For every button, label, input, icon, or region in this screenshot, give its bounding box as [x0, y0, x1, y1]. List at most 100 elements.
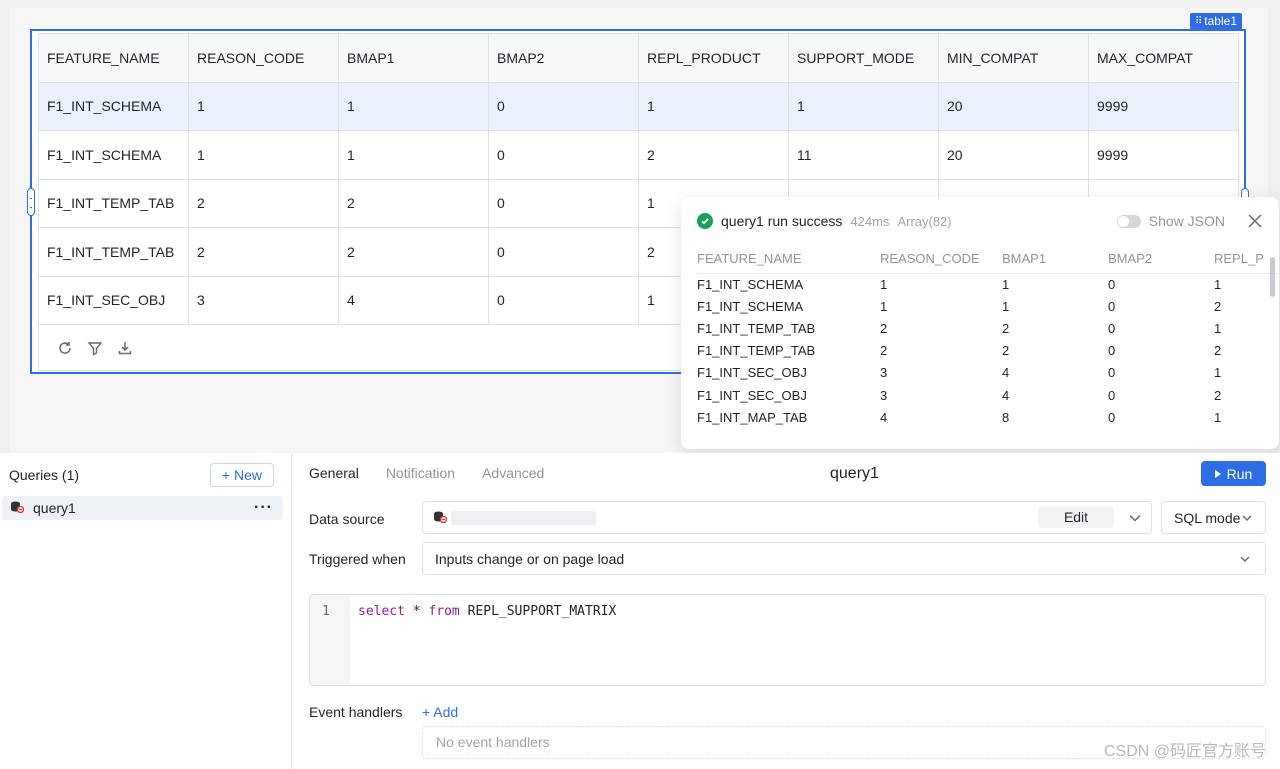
data-source-label: Data source: [309, 511, 385, 527]
table-cell: 3: [188, 275, 339, 325]
table-cell: F1_INT_SCHEMA: [38, 81, 189, 131]
code-content[interactable]: select * from REPL_SUPPORT_MATRIX: [350, 595, 616, 685]
refresh-icon[interactable]: [57, 340, 73, 356]
query-list-item[interactable]: query1 ···: [2, 496, 283, 520]
table-cell: F1_INT_SEC_OBJ: [38, 275, 189, 325]
result-row: F1_INT_MAP_TAB 4 8 0 1: [697, 406, 1279, 428]
result-type-info: Array(82): [897, 213, 952, 229]
new-query-button[interactable]: + New: [209, 463, 274, 487]
sql-code-editor[interactable]: 1 select * from REPL_SUPPORT_MATRIX: [309, 594, 1266, 686]
table-cell: 1: [338, 130, 489, 180]
result-cell: F1_INT_SEC_OBJ: [697, 365, 807, 381]
table-cell: F1_INT_SCHEMA: [38, 130, 189, 180]
popover-header: query1 run success 424ms Array(82) Show …: [697, 211, 1263, 231]
table-row[interactable]: F1_INT_SCHEMA 1 1 0 2 11 20 9999: [38, 130, 1239, 180]
sql-keyword: select: [358, 604, 405, 619]
trigger-value: Inputs change or on page load: [435, 550, 625, 567]
table-cell: 20: [938, 130, 1089, 180]
result-cell: F1_INT_TEMP_TAB: [697, 320, 816, 336]
more-options-icon[interactable]: ···: [254, 500, 273, 516]
result-column-header: REASON_CODE: [880, 249, 1002, 274]
chevron-down-icon[interactable]: [1129, 512, 1141, 524]
popover-scrollbar[interactable]: [1270, 257, 1275, 297]
result-cell: 2: [880, 343, 888, 359]
result-column-header: FEATURE_NAME: [697, 249, 880, 274]
result-cell: 1: [1214, 320, 1222, 336]
table-cell: 1: [188, 81, 339, 131]
resize-handle-left[interactable]: [27, 188, 35, 216]
column-header[interactable]: MIN_COMPAT: [938, 33, 1089, 83]
run-duration: 424ms: [850, 213, 890, 229]
edit-data-source-button[interactable]: Edit: [1038, 507, 1114, 528]
table-cell: 2: [338, 227, 489, 277]
close-icon[interactable]: [1247, 213, 1263, 229]
column-header[interactable]: MAX_COMPAT: [1088, 33, 1239, 83]
run-label: Run: [1226, 465, 1253, 482]
result-cell: 4: [1002, 365, 1010, 381]
sql-text: REPL_SUPPORT_MATRIX: [459, 604, 617, 619]
query-config-panel: General Notification Advanced query1 Run…: [293, 453, 1280, 769]
result-cell: 2: [1002, 320, 1010, 336]
triggered-when-label: Triggered when: [309, 551, 406, 567]
widget-name-tag[interactable]: ⠿ table1: [1189, 13, 1242, 30]
table-row[interactable]: F1_INT_SCHEMA 1 1 0 1 1 20 9999: [38, 81, 1239, 131]
drag-grip-icon[interactable]: ⠿: [1195, 13, 1202, 30]
result-cell: 4: [880, 409, 888, 425]
table-cell: 0: [488, 227, 639, 277]
table-cell: 2: [188, 227, 339, 277]
column-header[interactable]: SUPPORT_MODE: [788, 33, 939, 83]
query-editor: Queries (1) + New query1 ··· General Not…: [0, 453, 1280, 769]
filter-icon[interactable]: [87, 340, 103, 356]
query-result-popover: query1 run success 424ms Array(82) Show …: [681, 197, 1279, 449]
table-cell: 0: [488, 178, 639, 228]
column-header[interactable]: REASON_CODE: [188, 33, 339, 83]
result-cell: F1_INT_MAP_TAB: [697, 409, 808, 425]
mode-select[interactable]: SQL mode: [1161, 501, 1266, 534]
table-cell: F1_INT_TEMP_TAB: [38, 178, 189, 228]
result-cell: 1: [1214, 365, 1222, 381]
data-source-select[interactable]: Edit: [422, 501, 1152, 534]
success-check-icon: [697, 213, 713, 229]
result-row: F1_INT_SCHEMA 1 1 0 2: [697, 295, 1279, 317]
column-header[interactable]: FEATURE_NAME: [38, 33, 189, 83]
table-cell: 0: [488, 275, 639, 325]
result-cell: F1_INT_SCHEMA: [697, 298, 804, 314]
table-cell: 9999: [1088, 81, 1239, 131]
run-button[interactable]: Run: [1201, 461, 1266, 486]
result-cell: 3: [880, 365, 888, 381]
column-header[interactable]: REPL_PRODUCT: [638, 33, 789, 83]
event-handlers-label: Event handlers: [309, 704, 403, 720]
result-cell: 1: [1002, 298, 1010, 314]
queries-panel: Queries (1) + New query1 ···: [0, 453, 292, 769]
result-cell: 0: [1108, 365, 1116, 381]
show-json-toggle[interactable]: [1116, 214, 1141, 228]
result-cell: F1_INT_SEC_OBJ: [697, 387, 807, 403]
result-cell: 0: [1108, 409, 1116, 425]
show-json-label: Show JSON: [1148, 213, 1225, 229]
popover-title: query1 run success: [721, 213, 843, 229]
result-cell: F1_INT_SCHEMA: [697, 276, 804, 292]
result-row: F1_INT_SEC_OBJ 3 4 0 1: [697, 362, 1279, 384]
result-cell: 1: [880, 298, 888, 314]
result-cell: 4: [1002, 387, 1010, 403]
download-icon[interactable]: [117, 340, 133, 356]
trigger-select[interactable]: Inputs change or on page load: [422, 542, 1266, 575]
table-cell: 2: [188, 178, 339, 228]
result-cell: 0: [1108, 343, 1116, 359]
queries-header: Queries (1) + New: [9, 462, 274, 488]
config-tabs: General Notification Advanced: [309, 465, 544, 487]
result-row: F1_INT_SCHEMA 1 1 0 1: [697, 273, 1279, 295]
tab-notification[interactable]: Notification: [386, 465, 455, 487]
column-header[interactable]: BMAP2: [488, 33, 639, 83]
data-source-name-redacted: [451, 510, 596, 525]
tab-general[interactable]: General: [309, 465, 359, 487]
result-column-header: BMAP1: [1002, 249, 1108, 274]
add-event-handler-button[interactable]: + Add: [422, 704, 458, 720]
table-cell: 0: [488, 81, 639, 131]
column-header[interactable]: BMAP1: [338, 33, 489, 83]
result-cell: 0: [1108, 387, 1116, 403]
result-column-header: BMAP2: [1108, 249, 1214, 274]
database-icon: [10, 500, 25, 516]
tab-advanced[interactable]: Advanced: [482, 465, 544, 487]
result-cell: F1_INT_TEMP_TAB: [697, 343, 816, 359]
